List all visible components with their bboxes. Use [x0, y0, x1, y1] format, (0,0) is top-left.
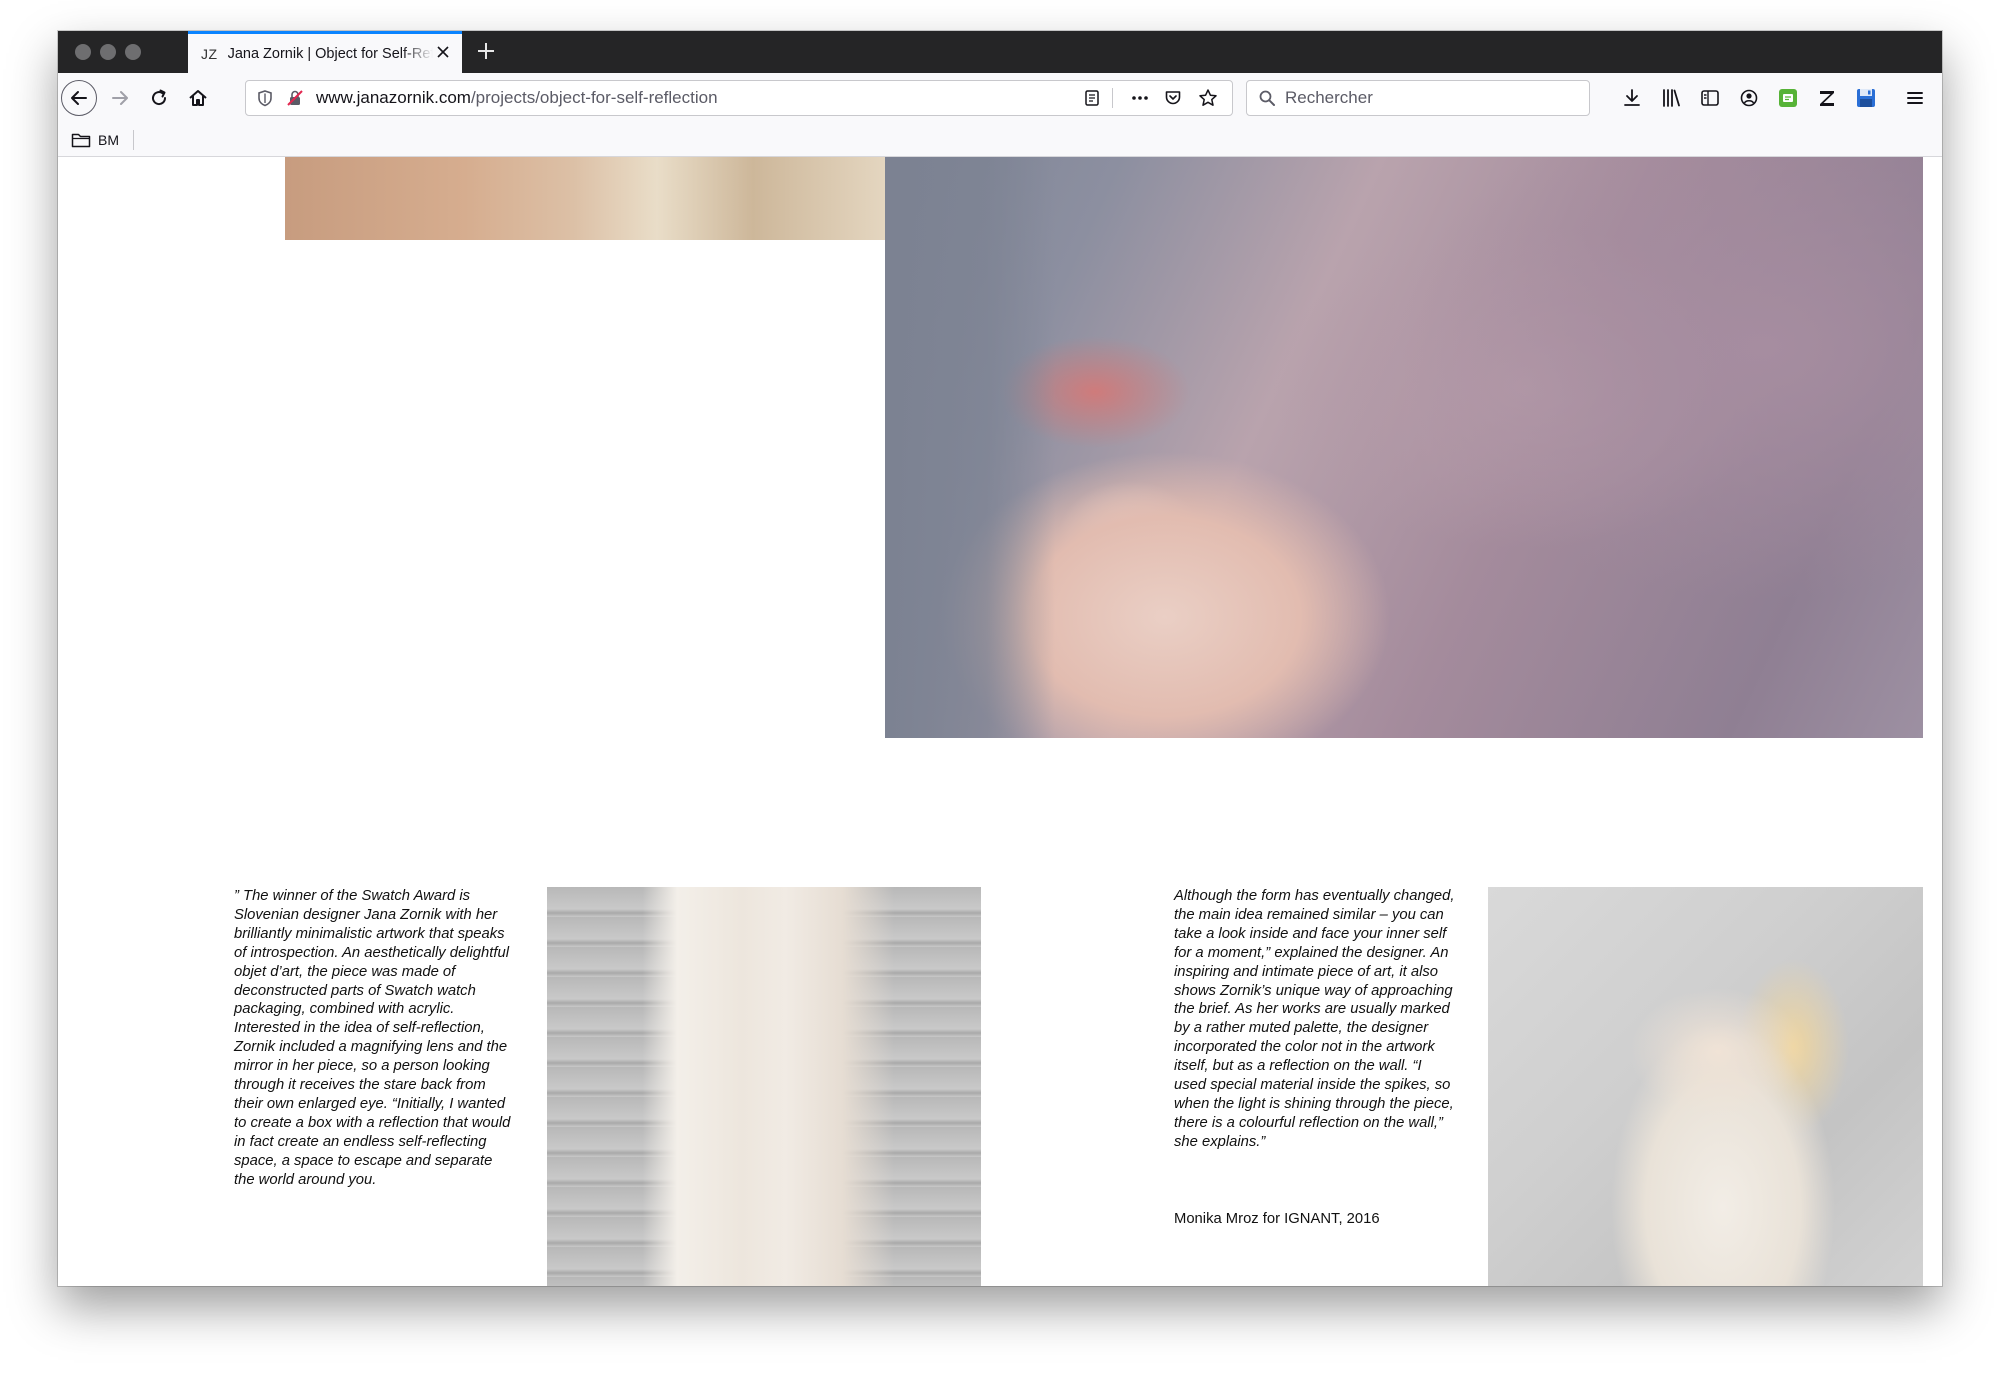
- url-divider: [1112, 88, 1113, 108]
- save-disk-icon[interactable]: [1855, 87, 1877, 109]
- sidebar-icon[interactable]: [1699, 87, 1721, 109]
- bookmarks-divider: [133, 130, 134, 150]
- tab-bar: JZ Jana Zornik | Object for Self-Reflect…: [58, 31, 1942, 73]
- project-photo-stairs[interactable]: [547, 887, 981, 1286]
- zotero-icon[interactable]: [1816, 87, 1838, 109]
- reader-view-icon[interactable]: [1083, 89, 1101, 107]
- browser-window: JZ Jana Zornik | Object for Self-Reflect…: [58, 31, 1942, 1286]
- search-placeholder: Rechercher: [1285, 88, 1373, 107]
- active-tab[interactable]: JZ Jana Zornik | Object for Self-Reflect…: [188, 31, 462, 73]
- window-minimize-button[interactable]: [100, 44, 116, 60]
- project-image-face[interactable]: [885, 157, 1923, 738]
- shield-icon[interactable]: [256, 89, 274, 107]
- article-paragraph-1: ” The winner of the Swatch Award is Slov…: [234, 888, 511, 1188]
- url-text: www.janazornik.com/projects/object-for-s…: [316, 81, 718, 115]
- window-zoom-button[interactable]: [125, 44, 141, 60]
- page-content: ” The winner of the Swatch Award is Slov…: [58, 157, 1942, 1286]
- library-icon[interactable]: [1660, 87, 1682, 109]
- article-credit: Monika Mroz for IGNANT, 2016: [1174, 1211, 1380, 1227]
- search-bar[interactable]: Rechercher: [1246, 80, 1590, 116]
- bookmark-label: BM: [98, 132, 119, 148]
- url-domain: www.janazornik.com: [316, 88, 471, 107]
- home-button[interactable]: [179, 79, 217, 117]
- bookmark-star-icon[interactable]: [1198, 88, 1218, 108]
- article-paragraph-2: Although the form has eventually changed…: [1174, 888, 1455, 1150]
- extension-green-icon[interactable]: [1777, 87, 1799, 109]
- insecure-lock-icon[interactable]: [286, 89, 304, 107]
- back-button[interactable]: [61, 80, 97, 116]
- url-bar[interactable]: www.janazornik.com/projects/object-for-s…: [245, 80, 1233, 116]
- new-tab-icon[interactable]: [473, 38, 499, 64]
- project-photo-model[interactable]: [1488, 887, 1923, 1286]
- navigation-bar: www.janazornik.com/projects/object-for-s…: [58, 73, 1942, 123]
- url-path: /projects/object-for-self-reflection: [470, 88, 718, 107]
- downloads-icon[interactable]: [1621, 87, 1643, 109]
- image-shade: [885, 157, 1055, 738]
- hamburger-menu-icon[interactable]: [1904, 87, 1926, 109]
- more-actions-icon[interactable]: [1130, 89, 1150, 107]
- arrow-right-icon: [112, 91, 128, 105]
- arrow-left-icon: [71, 91, 87, 105]
- tab-title: Jana Zornik | Object for Self-Reflection: [227, 45, 433, 62]
- window-close-button[interactable]: [75, 44, 91, 60]
- search-icon: [1259, 90, 1275, 106]
- tab-close-icon[interactable]: [434, 43, 452, 61]
- tab-favicon: JZ: [201, 45, 218, 62]
- reload-button[interactable]: [140, 79, 178, 117]
- folder-icon: [71, 133, 91, 148]
- account-icon[interactable]: [1738, 87, 1760, 109]
- forward-button[interactable]: [101, 79, 139, 117]
- home-icon: [189, 90, 207, 106]
- project-image-arm[interactable]: [285, 157, 885, 240]
- pocket-icon[interactable]: [1164, 89, 1182, 107]
- bookmarks-toolbar: BM: [58, 123, 1942, 157]
- reload-icon: [152, 89, 167, 106]
